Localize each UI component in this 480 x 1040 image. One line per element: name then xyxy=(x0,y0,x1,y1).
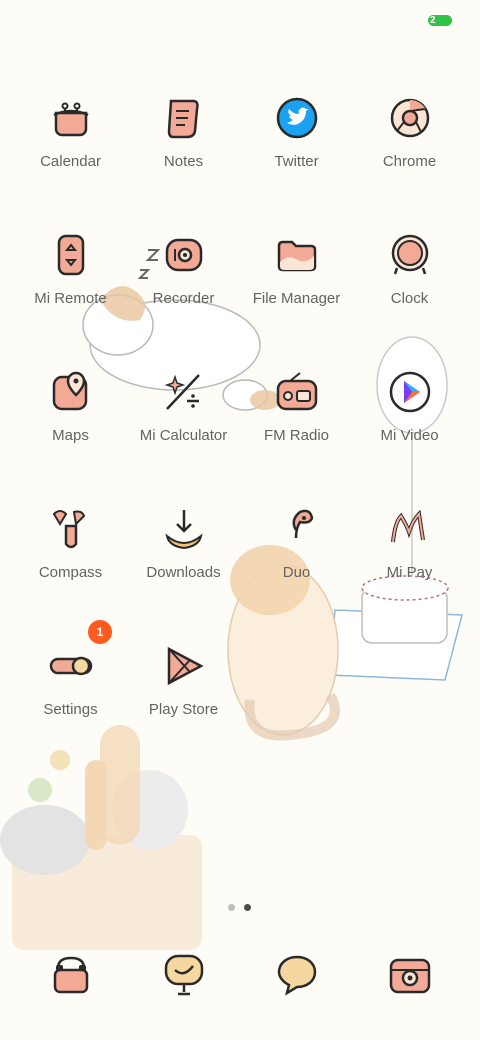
page-dot-2[interactable] xyxy=(244,904,251,911)
app-chrome[interactable]: Chrome xyxy=(353,95,466,170)
camera-icon xyxy=(389,958,430,994)
app-label: Calendar xyxy=(40,153,101,170)
app-label: Clock xyxy=(390,290,429,307)
app-recorder[interactable]: Recorder xyxy=(127,232,240,307)
app-label: Mi Video xyxy=(380,427,439,444)
app-label: Twitter xyxy=(274,153,319,170)
dock-camera[interactable] xyxy=(353,952,466,998)
app-label: Notes xyxy=(163,153,204,170)
battery-icon: 2 xyxy=(428,15,452,26)
app-label: FM Radio xyxy=(263,427,330,444)
app-maps[interactable]: Maps xyxy=(14,369,127,444)
app-duo[interactable]: Duo xyxy=(240,506,353,581)
clock-icon xyxy=(391,234,428,275)
folder-icon xyxy=(277,240,316,272)
chrome-icon xyxy=(390,98,429,138)
app-mi-calculator[interactable]: Mi Calculator xyxy=(127,369,240,444)
dock-phone[interactable] xyxy=(14,952,127,998)
page-indicator[interactable] xyxy=(228,898,260,916)
app-notes[interactable]: Notes xyxy=(127,95,240,170)
notes-icon xyxy=(167,99,199,139)
compass-icon xyxy=(52,510,85,549)
app-label: Mi Calculator xyxy=(139,427,228,444)
app-label: Recorder xyxy=(152,290,215,307)
map-pin-icon xyxy=(52,371,87,411)
calculator-icon xyxy=(164,374,200,410)
app-compass[interactable]: Compass xyxy=(14,506,127,581)
page-dot-1[interactable] xyxy=(228,904,235,911)
app-mi-remote[interactable]: Mi Remote xyxy=(14,232,127,307)
status-bar: 2 xyxy=(0,0,480,40)
battery-level: 2 xyxy=(430,15,436,26)
app-mi-pay[interactable]: Mi Pay xyxy=(353,506,466,581)
app-label: Settings xyxy=(43,701,98,718)
recorder-icon xyxy=(165,238,202,272)
dock-messages[interactable] xyxy=(127,952,240,998)
phone-icon xyxy=(53,956,88,994)
app-label: File Manager xyxy=(252,290,341,307)
play-store-icon xyxy=(167,646,204,686)
settings-toggle-icon xyxy=(49,656,92,676)
mi-pay-icon xyxy=(390,509,425,543)
app-downloads[interactable]: Downloads xyxy=(127,506,240,581)
app-settings[interactable]: Settings xyxy=(14,643,127,718)
messages-icon xyxy=(164,954,203,996)
app-label: Mi Pay xyxy=(386,564,433,581)
app-label: Play Store xyxy=(148,701,219,718)
app-mi-video[interactable]: Mi Video xyxy=(353,369,466,444)
chat-bubble-icon xyxy=(277,955,316,996)
app-file-manager[interactable]: File Manager xyxy=(240,232,353,307)
notification-badge: 1 xyxy=(88,620,112,644)
app-fm-radio[interactable]: FM Radio xyxy=(240,369,353,444)
twitter-icon xyxy=(276,97,317,139)
video-play-icon xyxy=(389,371,430,413)
app-label: Compass xyxy=(38,564,103,581)
app-twitter[interactable]: Twitter xyxy=(240,95,353,170)
app-calendar[interactable]: Calendar xyxy=(14,95,127,170)
app-play-store[interactable]: Play Store xyxy=(127,643,240,718)
remote-icon xyxy=(57,234,84,276)
dock xyxy=(0,952,480,1002)
calendar-icon xyxy=(52,102,89,137)
app-clock[interactable]: Clock xyxy=(353,232,466,307)
radio-icon xyxy=(276,372,317,411)
home-screen-grid: Calendar Notes Twitter Chrome Mi Remote … xyxy=(0,0,480,1040)
app-label: Downloads xyxy=(146,564,221,581)
app-label: Mi Remote xyxy=(34,290,107,307)
dock-chat[interactable] xyxy=(240,952,353,998)
app-label: Chrome xyxy=(382,153,437,170)
app-label: Duo xyxy=(282,564,311,581)
duo-icon xyxy=(292,509,313,539)
app-label: Maps xyxy=(52,427,89,444)
download-icon xyxy=(164,510,203,550)
